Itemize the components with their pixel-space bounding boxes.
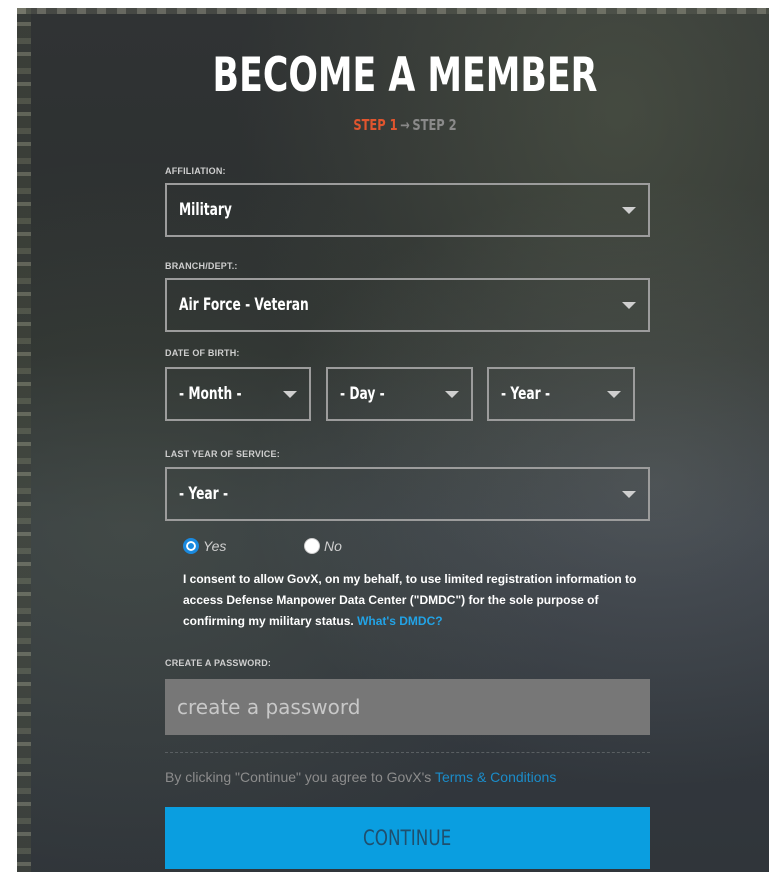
- signup-panel: [17, 8, 769, 872]
- top-edge-texture: [17, 8, 769, 14]
- whats-dmdc-link[interactable]: What's DMDC?: [357, 614, 443, 628]
- radio-selected-icon: [183, 538, 199, 554]
- terms-text: By clicking "Continue" you agree to GovX…: [165, 769, 432, 785]
- last-service-label: LAST YEAR OF SERVICE:: [165, 449, 280, 459]
- last-service-value: - Year -: [179, 484, 229, 504]
- step-current: STEP 1: [353, 116, 398, 134]
- dob-year-value: - Year -: [501, 384, 551, 404]
- affiliation-select[interactable]: Military: [165, 183, 650, 237]
- left-edge-texture: [17, 8, 31, 872]
- affiliation-value: Military: [179, 200, 232, 220]
- consent-no-label: No: [324, 538, 342, 554]
- last-service-select[interactable]: - Year -: [165, 467, 650, 521]
- chevron-down-icon: [622, 207, 636, 214]
- dob-month-select[interactable]: - Month -: [165, 367, 311, 421]
- continue-button[interactable]: CONTINUE: [165, 807, 650, 869]
- chevron-down-icon: [622, 491, 636, 498]
- dob-day-value: - Day -: [340, 384, 385, 404]
- password-label: CREATE A PASSWORD:: [165, 658, 272, 668]
- consent-yes-label: Yes: [203, 538, 227, 554]
- affiliation-label: AFFILIATION:: [165, 166, 226, 176]
- divider: [165, 752, 650, 753]
- password-input[interactable]: [165, 679, 650, 735]
- step-next: STEP 2: [412, 116, 457, 134]
- dob-year-select[interactable]: - Year -: [487, 367, 635, 421]
- radio-unselected-icon: [304, 538, 320, 554]
- dob-month-value: - Month -: [179, 384, 242, 404]
- consent-no-radio[interactable]: No: [304, 538, 342, 554]
- page-title: BECOME A MEMBER: [212, 48, 598, 103]
- step-indicator: STEP 1 → STEP 2: [61, 116, 750, 134]
- terms-link[interactable]: Terms & Conditions: [435, 769, 556, 785]
- consent-text: I consent to allow GovX, on my behalf, t…: [183, 569, 643, 632]
- chevron-down-icon: [283, 391, 297, 398]
- chevron-down-icon: [607, 391, 621, 398]
- chevron-down-icon: [622, 302, 636, 309]
- step-arrow: →: [400, 116, 410, 134]
- branch-value: Air Force - Veteran: [179, 295, 309, 315]
- branch-label: BRANCH/DEPT.:: [165, 261, 238, 271]
- terms-notice: By clicking "Continue" you agree to GovX…: [165, 769, 556, 785]
- consent-yes-radio[interactable]: Yes: [183, 538, 226, 554]
- chevron-down-icon: [445, 391, 459, 398]
- continue-label: CONTINUE: [363, 826, 452, 850]
- dob-label: DATE OF BIRTH:: [165, 348, 240, 358]
- branch-select[interactable]: Air Force - Veteran: [165, 278, 650, 332]
- dob-day-select[interactable]: - Day -: [326, 367, 473, 421]
